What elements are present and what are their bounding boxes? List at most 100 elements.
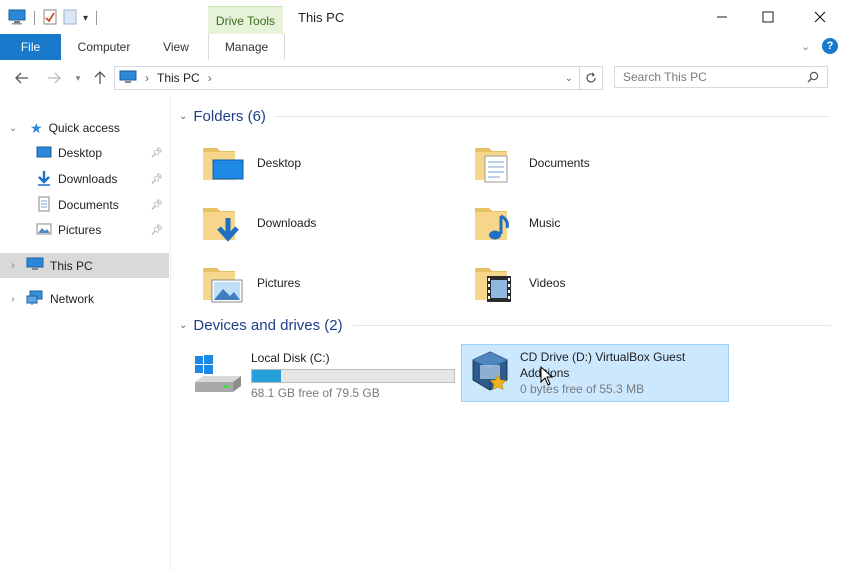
toolbar-divider <box>34 11 35 25</box>
address-bar[interactable]: › This PC › ⌄ <box>114 66 580 90</box>
search-box[interactable]: Search This PC <box>614 66 828 88</box>
folder-desktop[interactable]: Desktop <box>201 138 451 188</box>
breadcrumb-separator: › <box>145 71 149 85</box>
folder-videos[interactable]: Videos <box>473 258 723 308</box>
folder-label: Pictures <box>257 276 301 290</box>
section-divider <box>352 325 831 326</box>
nav-item-label: Documents <box>58 198 119 212</box>
nav-item-downloads[interactable]: Downloads 📌︎ <box>0 167 169 191</box>
pictures-icon <box>36 222 52 239</box>
drive-usage-bar <box>251 369 455 383</box>
forward-button[interactable] <box>44 68 64 88</box>
this-pc-icon <box>26 257 44 274</box>
section-divider <box>275 116 828 117</box>
folder-pictures[interactable]: Pictures <box>201 258 451 308</box>
content-pane: ⌄ Folders (6) Desktop Documents Download… <box>171 96 845 571</box>
search-placeholder: Search This PC <box>623 70 707 84</box>
downloads-icon <box>36 170 52 189</box>
folder-label: Documents <box>529 156 590 170</box>
drive-free-space: 68.1 GB free of 79.5 GB <box>251 386 380 400</box>
new-folder-icon[interactable] <box>63 9 77 28</box>
nav-network-label: Network <box>50 292 95 306</box>
minimize-button[interactable] <box>699 0 745 34</box>
refresh-icon <box>586 72 596 83</box>
mouse-cursor <box>540 365 554 389</box>
computer-icon[interactable] <box>8 9 26 28</box>
properties-icon[interactable] <box>43 9 57 28</box>
desktop-icon <box>36 145 52 162</box>
close-icon <box>814 11 826 23</box>
nav-item-pictures[interactable]: Pictures 📌︎ <box>0 218 169 242</box>
toolbar-divider <box>96 11 98 25</box>
nav-item-label: Downloads <box>58 172 118 186</box>
virtualbox-icon <box>472 351 508 391</box>
pictures-folder-icon <box>203 268 243 303</box>
drives-section-header[interactable]: ⌄ Devices and drives (2) <box>179 317 831 334</box>
folder-label: Desktop <box>257 156 302 170</box>
chevron-right-icon[interactable]: › <box>6 260 20 271</box>
pin-icon[interactable]: 📌︎ <box>150 200 163 211</box>
drive-info: Local Disk (C:) 68.1 GB free of 79.5 GB <box>251 350 455 401</box>
search-icon[interactable] <box>807 71 819 83</box>
chevron-down-icon: ▾ <box>75 72 81 83</box>
navigation-pane: ⌄ ★ Quick access Desktop 📌︎ Downloads 📌︎… <box>0 96 171 571</box>
tab-computer[interactable]: Computer <box>70 34 138 60</box>
customize-toolbar-icon[interactable]: ▾ <box>83 13 88 24</box>
tab-view[interactable]: View <box>150 34 202 60</box>
tab-file[interactable]: File <box>0 34 61 60</box>
drive-name: Local Disk (C:) <box>251 351 330 365</box>
this-pc-icon <box>119 70 137 87</box>
nav-item-desktop[interactable]: Desktop 📌︎ <box>0 141 169 165</box>
chevron-right-icon[interactable]: › <box>6 294 20 305</box>
documents-icon <box>38 196 50 215</box>
chevron-down-icon[interactable]: ⌄ <box>6 123 20 134</box>
maximize-button[interactable] <box>745 0 791 34</box>
drive-local-disk-c[interactable]: Local Disk (C:) 68.1 GB free of 79.5 GB <box>193 346 457 402</box>
desktop-folder-icon <box>203 148 244 180</box>
close-button[interactable] <box>797 0 843 34</box>
drive-usage-fill <box>252 370 281 382</box>
nav-network[interactable]: › Network <box>0 287 169 311</box>
minimize-icon <box>717 16 727 18</box>
folder-documents[interactable]: Documents <box>473 138 723 188</box>
documents-folder-icon <box>475 148 508 183</box>
windows-drive-icon <box>195 355 241 392</box>
nav-quick-access[interactable]: ⌄ ★ Quick access <box>0 116 169 140</box>
nav-item-label: Desktop <box>58 146 103 160</box>
expand-ribbon-icon[interactable]: ⌄ <box>801 40 810 53</box>
videos-folder-icon <box>475 268 511 302</box>
breadcrumb-this-pc[interactable]: This PC <box>157 71 200 85</box>
drive-cd-d-virtualbox[interactable]: CD Drive (D:) VirtualBox Guest Additions… <box>461 344 729 402</box>
back-button[interactable] <box>12 68 32 88</box>
nav-quick-access-label: Quick access <box>48 121 120 135</box>
quick-access-toolbar: ▾ <box>8 8 99 28</box>
refresh-button[interactable] <box>579 66 603 90</box>
nav-item-label: Pictures <box>58 223 102 237</box>
back-arrow-icon <box>15 72 28 84</box>
nav-item-documents[interactable]: Documents 📌︎ <box>0 193 169 217</box>
nav-this-pc-label: This PC <box>50 258 93 273</box>
pin-icon[interactable]: 📌︎ <box>150 148 163 159</box>
address-dropdown-icon[interactable]: ⌄ <box>565 73 573 84</box>
drives-heading: Devices and drives (2) <box>193 317 343 334</box>
chevron-down-icon[interactable]: ⌄ <box>179 111 187 122</box>
chevron-down-icon[interactable]: ⌄ <box>179 320 187 331</box>
folder-downloads[interactable]: Downloads <box>201 198 451 248</box>
tab-manage[interactable]: Manage <box>208 34 285 60</box>
up-button[interactable] <box>90 68 110 88</box>
downloads-folder-icon <box>203 208 239 242</box>
recent-locations-button[interactable]: ▾ <box>68 68 88 88</box>
maximize-icon <box>762 11 774 23</box>
help-icon[interactable]: ? <box>822 38 838 54</box>
forward-arrow-icon <box>48 72 61 84</box>
folders-heading: Folders (6) <box>193 108 266 125</box>
network-icon <box>26 290 44 309</box>
folder-label: Videos <box>529 276 566 290</box>
breadcrumb-separator[interactable]: › <box>208 71 212 85</box>
music-folder-icon <box>475 208 509 240</box>
folders-section-header[interactable]: ⌄ Folders (6) <box>179 108 828 125</box>
nav-this-pc[interactable]: › This PC <box>0 253 169 278</box>
folder-music[interactable]: Music <box>473 198 723 248</box>
pin-icon[interactable]: 📌︎ <box>150 174 163 185</box>
pin-icon[interactable]: 📌︎ <box>150 225 163 236</box>
